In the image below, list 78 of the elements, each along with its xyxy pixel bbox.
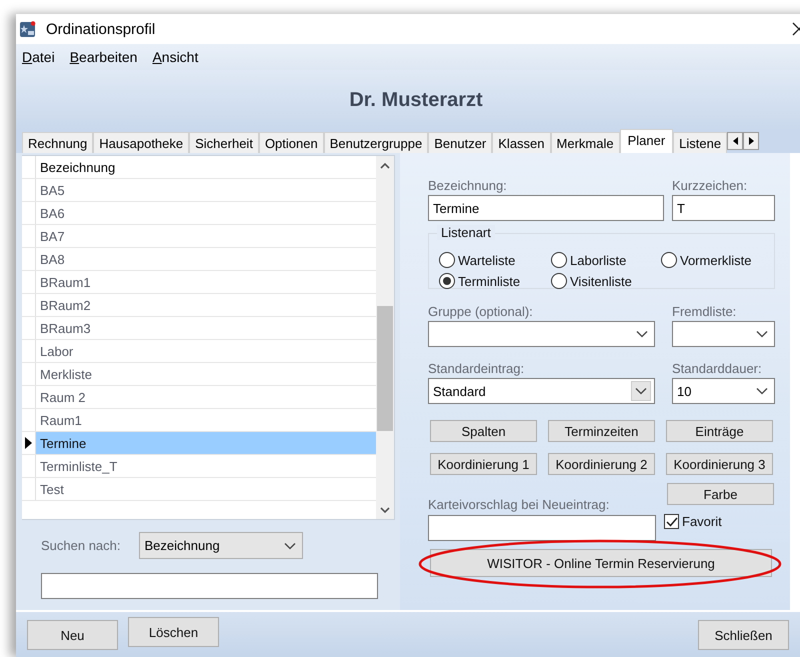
external-list-dropdown[interactable] [672,321,775,347]
practitioner-name: Dr. Musterarzt [349,88,483,112]
tab[interactable]: Listene [673,132,728,153]
list-item[interactable]: BA6 [36,202,376,224]
action-button[interactable]: Koordinierung 3 [666,453,773,475]
tab[interactable]: Klassen [492,132,551,153]
list-item[interactable]: BRaum3 [36,317,376,339]
list-item[interactable]: BA8 [36,248,376,270]
tab-scroll-left-icon[interactable] [727,132,744,150]
chevron-down-icon [756,387,768,395]
tab[interactable]: Benutzergruppe [324,132,428,153]
file-suggestion-field[interactable] [428,515,656,541]
chevron-down-icon [631,381,651,401]
group-label: Gruppe (optional): [428,304,534,319]
radio-option[interactable]: Visitenliste [551,273,661,289]
chevron-down-icon [636,330,648,338]
search-input[interactable] [41,573,378,599]
tab-scroll-right-icon[interactable] [743,132,760,150]
tab[interactable]: Hausapotheke [93,132,190,153]
menu-item[interactable]: Bearbeiten [70,49,138,65]
list-item[interactable]: Labor [36,340,376,362]
action-button[interactable]: Einträge [666,420,773,442]
radio-option[interactable]: Vormerkliste [661,252,781,268]
list-item[interactable]: Raum 2 [36,386,376,408]
action-button[interactable]: Koordinierung 2 [548,453,655,475]
list-item[interactable]: Raum1 [36,409,376,431]
chevron-down-icon [756,330,768,338]
list-item[interactable]: BRaum1 [36,271,376,293]
favorite-checkbox[interactable]: Favorit [664,514,722,529]
list-item[interactable]: BA7 [36,225,376,247]
list-item[interactable]: BA5 [36,179,376,201]
close-button[interactable]: Schließen [698,620,789,650]
file-suggestion-label: Karteivorschlag bei Neueintrag: [428,497,610,512]
online-reservation-button[interactable]: WISITOR - Online Termin Reservierung [430,549,772,577]
radio-option[interactable]: Warteliste [439,252,551,268]
search-field-dropdown[interactable]: Bezeichnung [138,532,303,559]
row-pointer-icon [25,437,32,449]
action-button[interactable]: Koordinierung 1 [430,453,537,475]
abbreviation-label: Kurzzeichen: [672,178,748,193]
scrollbar[interactable] [376,156,394,519]
tab[interactable]: Optionen [258,132,324,153]
name-label: Bezeichnung: [428,178,508,193]
group-dropdown[interactable] [428,321,655,347]
default-entry-dropdown[interactable]: Standard [428,378,655,404]
window-title: Ordinationsprofil [46,20,156,38]
list-item[interactable]: Termine [36,432,376,454]
app-icon [20,21,36,37]
search-label: Suchen nach: [41,538,121,553]
name-field[interactable]: Termine [428,195,664,221]
abbreviation-field[interactable]: T [672,195,775,221]
radio-option[interactable]: Laborliste [551,252,661,268]
new-button[interactable]: Neu [27,620,118,650]
action-button[interactable]: Terminzeiten [548,420,655,442]
color-button[interactable]: Farbe [667,483,774,505]
checkmark-icon [666,516,678,526]
radio-option[interactable]: Terminliste [439,273,551,289]
column-header[interactable]: Bezeichnung [36,156,376,178]
delete-button[interactable]: Löschen [128,617,219,647]
menu-item[interactable]: Ansicht [152,49,198,65]
default-duration-dropdown[interactable]: 10 [672,378,775,404]
tab[interactable]: Benutzer [428,132,492,153]
default-entry-label: Standardeintrag: [428,361,526,376]
external-list-label: Fremdliste: [672,304,738,319]
chevron-down-icon [284,542,296,550]
tab[interactable]: Rechnung [22,132,94,153]
tab[interactable]: Merkmale [550,132,620,153]
scroll-up-icon[interactable] [380,162,390,168]
tab[interactable]: Planer [620,129,674,153]
scroll-down-icon[interactable] [380,506,390,514]
list-item[interactable]: BRaum2 [36,294,376,316]
default-duration-label: Standarddauer: [672,361,763,376]
tab[interactable]: Sicherheit [189,132,259,153]
list-item[interactable]: Merkliste [36,363,376,385]
list-item[interactable]: Test [36,478,376,500]
list-item[interactable]: Terminliste_T [36,455,376,477]
menu-item[interactable]: Datei [22,49,55,65]
group-title: Listenart [437,225,495,240]
action-button[interactable]: Spalten [430,420,537,442]
